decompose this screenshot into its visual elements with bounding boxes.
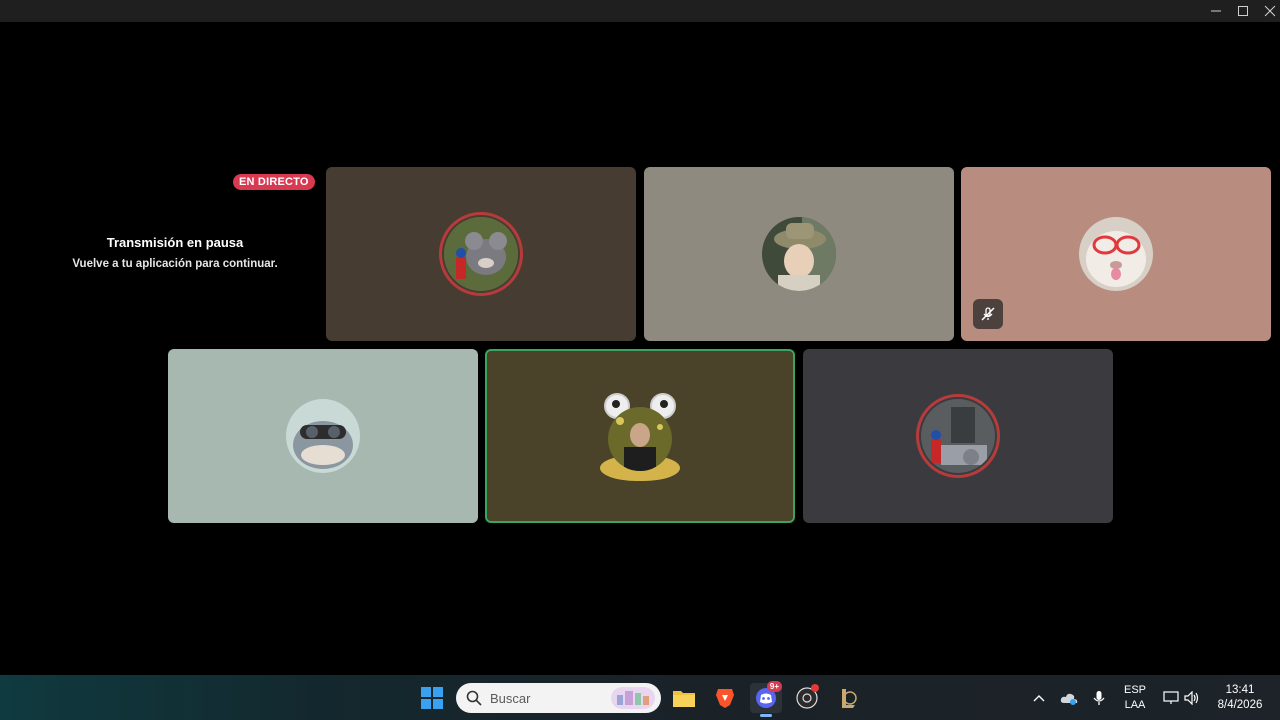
search-icon	[466, 690, 482, 706]
microphone-button[interactable]	[1086, 683, 1112, 713]
participant-tile[interactable]	[168, 349, 478, 523]
maximize-icon	[1238, 6, 1248, 16]
taskbar: Buscar 9+ ESP LAA 13:41 8/4/2026	[0, 675, 1280, 720]
taskbar-search[interactable]: Buscar	[456, 683, 661, 713]
onedrive-button[interactable]	[1056, 683, 1082, 713]
chevron-up-icon	[1033, 695, 1045, 702]
cloud-icon	[1060, 693, 1078, 705]
frog-avatar-decoration	[598, 391, 682, 481]
muted-indicator	[973, 299, 1003, 329]
participant-tile[interactable]	[644, 167, 954, 341]
brave-browser-button[interactable]	[709, 683, 741, 713]
brave-icon	[716, 689, 734, 708]
folder-icon	[673, 691, 695, 707]
participant-tile[interactable]	[326, 167, 636, 341]
league-icon	[842, 689, 857, 708]
keyboard-layout[interactable]: LAA	[1120, 699, 1150, 711]
close-button[interactable]	[1255, 0, 1280, 22]
league-client-button[interactable]	[832, 683, 864, 713]
start-button[interactable]	[416, 683, 448, 713]
show-hidden-icons-button[interactable]	[1026, 683, 1052, 713]
clock-time[interactable]: 13:41	[1210, 684, 1270, 696]
cat-glasses-avatar	[1079, 217, 1153, 291]
mic-muted-icon	[981, 307, 995, 321]
obs-button[interactable]	[791, 683, 823, 713]
close-icon	[1264, 5, 1276, 17]
participant-tile-speaking[interactable]	[485, 349, 795, 523]
live-badge: EN DIRECTO	[233, 174, 315, 190]
input-language[interactable]: ESP	[1120, 684, 1150, 696]
file-explorer-button[interactable]	[668, 683, 700, 713]
recording-dot-icon	[811, 684, 819, 692]
clock-date[interactable]: 8/4/2026	[1210, 699, 1270, 711]
speaker-icon	[1184, 691, 1199, 705]
windows-icon	[421, 687, 443, 709]
title-bar	[0, 0, 1280, 22]
maximize-button[interactable]	[1228, 0, 1258, 22]
stream-paused-subtitle: Vuelve a tu aplicación para continuar.	[72, 258, 278, 270]
network-icon	[1163, 691, 1179, 704]
participant-tile[interactable]	[961, 167, 1271, 341]
discord-button[interactable]: 9+	[750, 681, 782, 717]
search-placeholder: Buscar	[490, 690, 531, 706]
frog-frame-avatar	[608, 407, 672, 471]
search-highlight-icon	[611, 687, 655, 709]
stream-paused-title: Transmisión en pausa	[106, 235, 244, 250]
microphone-icon	[1093, 691, 1105, 705]
network-button[interactable]	[1160, 683, 1182, 713]
volume-button[interactable]	[1181, 683, 1203, 713]
minimize-button[interactable]	[1201, 0, 1231, 22]
photo-avatar	[921, 399, 995, 473]
participant-tile[interactable]	[803, 349, 1113, 523]
person-hat-avatar	[762, 217, 836, 291]
notification-badge: 9+	[766, 681, 782, 692]
minimize-icon	[1211, 10, 1221, 12]
cartoon-mouse-avatar	[444, 217, 518, 291]
shark-goggles-avatar	[286, 399, 360, 473]
